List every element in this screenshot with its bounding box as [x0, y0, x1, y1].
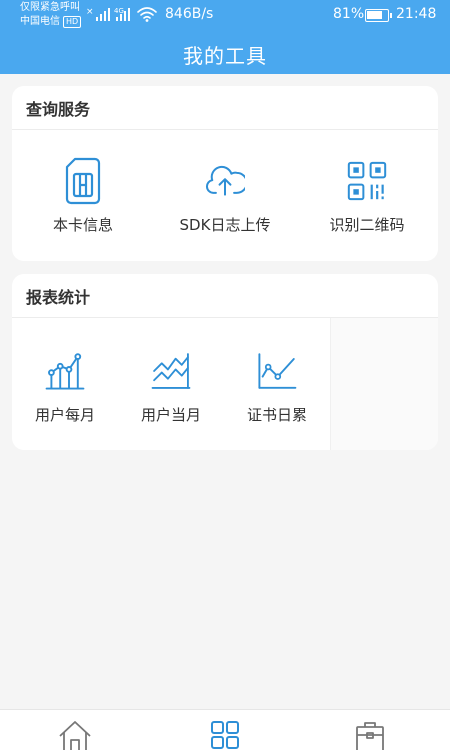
- carrier-label: 中国电信: [20, 16, 60, 27]
- tab-home[interactable]: [57, 720, 93, 750]
- section-header: 查询服务: [12, 86, 438, 130]
- page-title: 我的工具: [183, 43, 267, 68]
- tool-scan-qr[interactable]: 识别二维码: [296, 130, 438, 261]
- signal-wifi-icon: × 4G: [86, 7, 157, 22]
- section-title: 报表统计: [26, 287, 91, 307]
- svg-text:4G: 4G: [114, 7, 124, 15]
- tool-sdk-log-upload[interactable]: SDK日志上传: [154, 130, 296, 261]
- svg-text:×: ×: [86, 7, 94, 17]
- cloud-upload-icon: [205, 156, 245, 206]
- tab-work[interactable]: [352, 720, 388, 750]
- status-time: 21:48: [396, 6, 437, 22]
- qr-code-icon: [347, 156, 387, 206]
- empty-grid-cell: [330, 318, 438, 450]
- battery-level: [367, 11, 383, 19]
- tab-tools[interactable]: [207, 720, 243, 750]
- grid-icon: [211, 721, 239, 749]
- section-title: 查询服务: [26, 99, 91, 119]
- tool-grid: 用户每月 用户当月 证书日累: [12, 318, 438, 450]
- line-chart-icon: [257, 346, 297, 396]
- carrier-status: 仅限紧急呼叫: [20, 2, 80, 13]
- tool-label: 识别二维码: [329, 216, 405, 234]
- tool-users-current-month[interactable]: 用户当月: [118, 318, 224, 450]
- section-header: 报表统计: [12, 274, 438, 318]
- carrier-name: 中国电信 HD: [20, 16, 82, 28]
- title-bar: 我的工具: [0, 34, 450, 74]
- tool-label: 证书日累: [246, 406, 307, 424]
- tool-cert-daily[interactable]: 证书日累: [224, 318, 330, 450]
- bar-line-chart-icon: [45, 346, 85, 396]
- sim-card-icon: [63, 156, 103, 206]
- status-bar: 仅限紧急呼叫 中国电信 HD × 4G 846B/s 81% 21:48: [0, 0, 450, 32]
- tool-label: SDK日志上传: [179, 216, 271, 234]
- battery-icon: [365, 9, 392, 22]
- bottom-tab-bar: [0, 709, 450, 750]
- briefcase-icon: [356, 722, 384, 750]
- battery-percent: 81%: [333, 6, 365, 22]
- tool-label: 用户每月: [34, 406, 95, 424]
- tool-grid: 本卡信息 SDK日志上传 识别二维码: [12, 130, 438, 261]
- battery-tip: [390, 13, 392, 18]
- tool-users-monthly[interactable]: 用户每月: [12, 318, 118, 450]
- tool-label: 用户当月: [140, 406, 201, 424]
- tool-sim-info[interactable]: 本卡信息: [12, 130, 154, 261]
- home-icon: [59, 721, 91, 750]
- section-report-statistics: 报表统计 用户每月 用户当月 证书日累: [12, 274, 438, 450]
- app-header: 仅限紧急呼叫 中国电信 HD × 4G 846B/s 81% 21:48 我的工…: [0, 0, 450, 74]
- section-query-services: 查询服务 本卡信息 SDK日志上传 识别二维码: [12, 86, 438, 261]
- zigzag-chart-icon: [151, 346, 191, 396]
- network-speed: 846B/s: [165, 6, 214, 22]
- hd-badge: HD: [63, 16, 82, 28]
- tool-label: 本卡信息: [52, 216, 113, 234]
